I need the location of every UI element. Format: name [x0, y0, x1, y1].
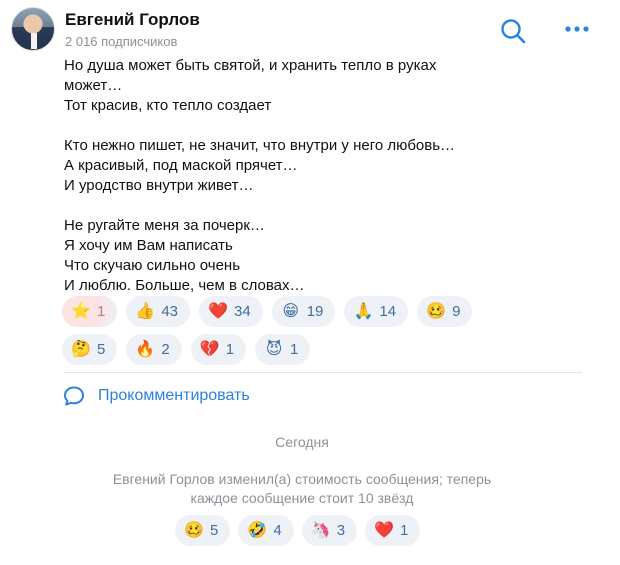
reactions-row: ⭐ 1 👍 43 ❤️ 34 😁 19 🙏 14 🥴 9 — [62, 296, 582, 327]
more-button[interactable] — [562, 20, 592, 40]
reaction-chip[interactable]: 😁 19 — [271, 296, 336, 327]
reaction-chip[interactable]: 🥴 9 — [417, 296, 473, 327]
unicorn-icon: 🦄 — [310, 521, 331, 539]
service-reactions-row: 🥴 5 🤣 4 🦄 3 ❤️ 1 — [175, 515, 421, 546]
reaction-count: 1 — [400, 522, 409, 539]
post-text: Но душа может быть святой, и хранить теп… — [64, 57, 456, 294]
reaction-chip[interactable]: 🙏 14 — [344, 296, 409, 327]
rofl-icon: 🤣 — [247, 521, 268, 539]
reaction-chip[interactable]: 🤔 5 — [62, 334, 118, 365]
reactions-row: 🤔 5 🔥 2 💔 1 😈 1 — [62, 334, 582, 365]
reaction-chip[interactable]: 🦄 3 — [301, 515, 358, 546]
woozy-face-icon: 🥴 — [184, 521, 204, 539]
devil-icon: 😈 — [265, 340, 283, 358]
day-separator: Сегодня — [275, 434, 329, 450]
reaction-count: 43 — [161, 303, 179, 320]
divider — [64, 372, 582, 373]
reaction-count: 3 — [336, 522, 346, 539]
reaction-count: 34 — [234, 303, 251, 320]
thumbs-up-icon: 👍 — [135, 302, 156, 320]
reaction-count: 1 — [225, 341, 235, 358]
reaction-chip[interactable]: 🥴 5 — [175, 515, 231, 546]
reaction-count: 1 — [97, 303, 106, 320]
woozy-face-icon: 🥴 — [426, 302, 447, 320]
broken-heart-icon: 💔 — [199, 340, 220, 358]
channel-title[interactable]: Евгений Горлов — [65, 10, 200, 30]
more-icon — [565, 26, 589, 32]
reaction-count: 4 — [273, 522, 282, 539]
reaction-chip[interactable]: ❤️ 1 — [365, 515, 421, 546]
reaction-chip[interactable]: 👍 43 — [126, 296, 191, 327]
reaction-chip[interactable]: ❤️ 34 — [199, 296, 263, 327]
avatar[interactable] — [11, 7, 55, 51]
comment-label: Прокомментировать — [98, 387, 250, 404]
reaction-count: 1 — [290, 341, 299, 358]
reaction-chip[interactable]: ⭐ 1 — [62, 296, 118, 327]
heart-icon: ❤️ — [208, 302, 228, 320]
subscriber-count: 2 016 подписчиков — [65, 34, 178, 49]
reaction-chip[interactable]: 😈 1 — [255, 334, 311, 365]
reaction-count: 2 — [161, 341, 170, 358]
reaction-chip[interactable]: 🤣 4 — [238, 515, 294, 546]
grin-icon: 😁 — [282, 302, 300, 320]
reaction-count: 9 — [452, 303, 461, 320]
fire-icon: 🔥 — [135, 340, 156, 358]
service-message: Евгений Горлов изменил(а) стоимость сооб… — [112, 471, 492, 506]
reaction-count: 14 — [379, 303, 397, 320]
star-icon: ⭐ — [71, 302, 91, 320]
reaction-chip[interactable]: 🔥 2 — [126, 334, 182, 365]
comment-button[interactable]: Прокомментировать — [62, 384, 250, 408]
reaction-chip[interactable]: 💔 1 — [190, 334, 247, 365]
reaction-count: 5 — [210, 522, 219, 539]
pray-icon: 🙏 — [353, 302, 374, 320]
search-button[interactable] — [498, 16, 528, 46]
heart-icon: ❤️ — [374, 521, 394, 539]
reaction-count: 5 — [97, 341, 106, 358]
comment-bubble-icon — [64, 386, 84, 406]
channel-header: Евгений Горлов 2 016 подписчиков — [0, 0, 620, 56]
reaction-count: 19 — [306, 303, 324, 320]
search-icon — [501, 19, 526, 44]
thinking-face-icon: 🤔 — [71, 340, 91, 358]
